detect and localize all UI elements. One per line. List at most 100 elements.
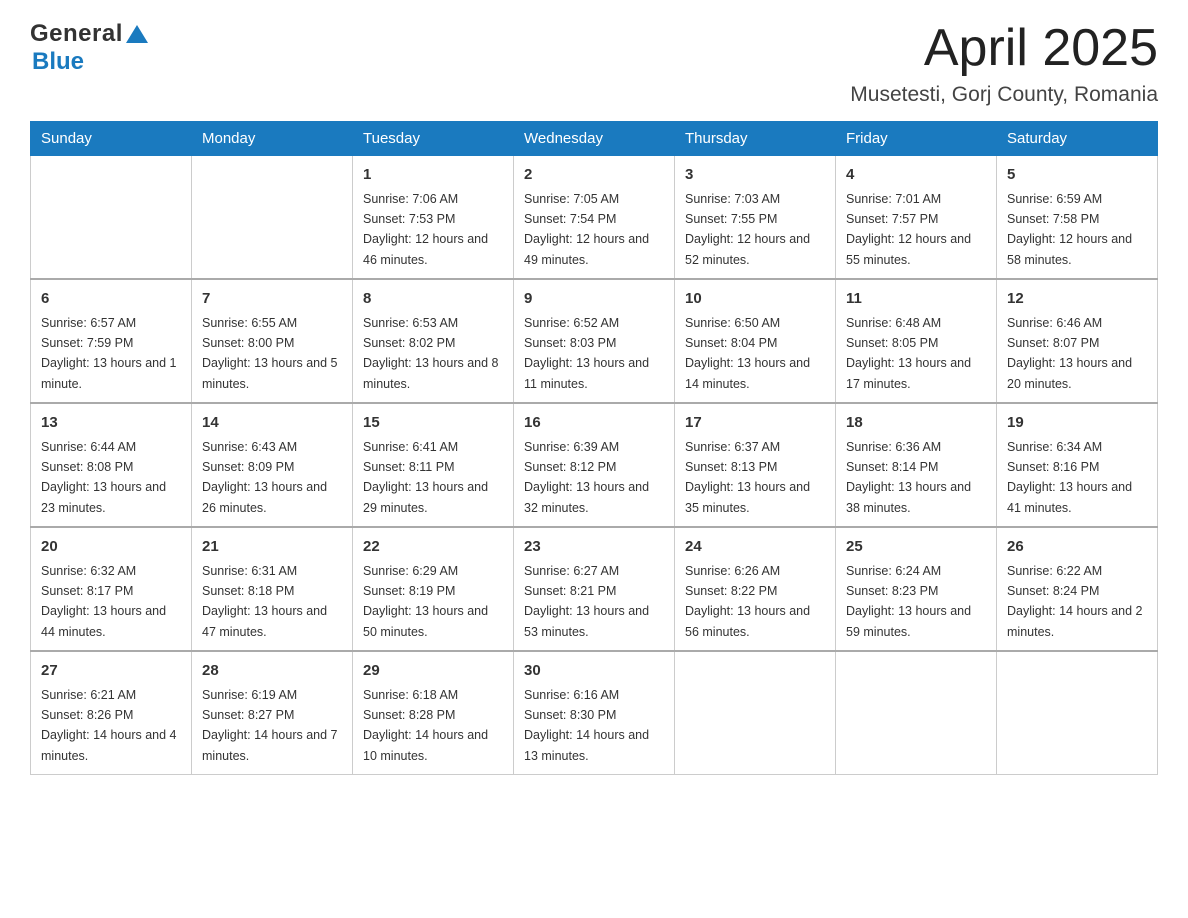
day-number: 24 <box>685 536 825 559</box>
calendar-week-row: 6Sunrise: 6:57 AMSunset: 7:59 PMDaylight… <box>31 279 1158 403</box>
day-info: Sunrise: 7:05 AMSunset: 7:54 PMDaylight:… <box>524 192 649 267</box>
day-info: Sunrise: 6:34 AMSunset: 8:16 PMDaylight:… <box>1007 440 1132 515</box>
calendar-table: SundayMondayTuesdayWednesdayThursdayFrid… <box>30 121 1158 775</box>
day-number: 30 <box>524 660 664 683</box>
day-info: Sunrise: 6:43 AMSunset: 8:09 PMDaylight:… <box>202 440 327 515</box>
calendar-header-row: SundayMondayTuesdayWednesdayThursdayFrid… <box>31 122 1158 156</box>
day-number: 22 <box>363 536 503 559</box>
logo-general-text: General <box>30 20 123 48</box>
month-year-title: April 2025 <box>850 20 1158 77</box>
day-info: Sunrise: 6:57 AMSunset: 7:59 PMDaylight:… <box>41 316 177 391</box>
calendar-week-row: 1Sunrise: 7:06 AMSunset: 7:53 PMDaylight… <box>31 156 1158 280</box>
day-info: Sunrise: 6:16 AMSunset: 8:30 PMDaylight:… <box>524 688 649 763</box>
day-info: Sunrise: 7:03 AMSunset: 7:55 PMDaylight:… <box>685 192 810 267</box>
location-subtitle: Musetesti, Gorj County, Romania <box>850 83 1158 107</box>
calendar-cell: 17 Sunrise: 6:37 AMSunset: 8:13 PMDayligh… <box>675 403 836 527</box>
day-number: 18 <box>846 412 986 435</box>
title-block: April 2025 Musetesti, Gorj County, Roman… <box>850 20 1158 107</box>
day-info: Sunrise: 6:22 AMSunset: 8:24 PMDaylight:… <box>1007 564 1143 639</box>
day-number: 4 <box>846 164 986 187</box>
day-number: 10 <box>685 288 825 311</box>
day-number: 13 <box>41 412 181 435</box>
day-number: 5 <box>1007 164 1147 187</box>
day-number: 8 <box>363 288 503 311</box>
calendar-cell: 20Sunrise: 6:32 AMSunset: 8:17 PMDayligh… <box>31 527 192 651</box>
day-info: Sunrise: 6:18 AMSunset: 8:28 PMDaylight:… <box>363 688 488 763</box>
calendar-cell: 13Sunrise: 6:44 AMSunset: 8:08 PMDayligh… <box>31 403 192 527</box>
day-number: 3 <box>685 164 825 187</box>
calendar-cell: 3 Sunrise: 7:03 AMSunset: 7:55 PMDaylight… <box>675 156 836 280</box>
day-info: Sunrise: 6:21 AMSunset: 8:26 PMDaylight:… <box>41 688 177 763</box>
day-number: 17 <box>685 412 825 435</box>
col-header-monday: Monday <box>192 122 353 156</box>
day-info: Sunrise: 6:59 AMSunset: 7:58 PMDaylight:… <box>1007 192 1132 267</box>
col-header-tuesday: Tuesday <box>353 122 514 156</box>
day-number: 15 <box>363 412 503 435</box>
day-number: 19 <box>1007 412 1147 435</box>
day-info: Sunrise: 6:46 AMSunset: 8:07 PMDaylight:… <box>1007 316 1132 391</box>
day-info: Sunrise: 6:19 AMSunset: 8:27 PMDaylight:… <box>202 688 338 763</box>
calendar-cell: 21 Sunrise: 6:31 AMSunset: 8:18 PMDayligh… <box>192 527 353 651</box>
day-info: Sunrise: 6:37 AMSunset: 8:13 PMDaylight:… <box>685 440 810 515</box>
col-header-saturday: Saturday <box>997 122 1158 156</box>
calendar-cell: 14 Sunrise: 6:43 AMSunset: 8:09 PMDayligh… <box>192 403 353 527</box>
col-header-friday: Friday <box>836 122 997 156</box>
calendar-cell: 29Sunrise: 6:18 AMSunset: 8:28 PMDayligh… <box>353 651 514 775</box>
col-header-wednesday: Wednesday <box>514 122 675 156</box>
day-number: 26 <box>1007 536 1147 559</box>
col-header-sunday: Sunday <box>31 122 192 156</box>
calendar-cell: 11Sunrise: 6:48 AMSunset: 8:05 PMDayligh… <box>836 279 997 403</box>
day-info: Sunrise: 6:29 AMSunset: 8:19 PMDaylight:… <box>363 564 488 639</box>
day-number: 20 <box>41 536 181 559</box>
calendar-cell: 2 Sunrise: 7:05 AMSunset: 7:54 PMDaylight… <box>514 156 675 280</box>
day-number: 27 <box>41 660 181 683</box>
calendar-cell: 26 Sunrise: 6:22 AMSunset: 8:24 PMDayligh… <box>997 527 1158 651</box>
day-info: Sunrise: 6:48 AMSunset: 8:05 PMDaylight:… <box>846 316 971 391</box>
calendar-cell: 6Sunrise: 6:57 AMSunset: 7:59 PMDaylight… <box>31 279 192 403</box>
calendar-cell: 18 Sunrise: 6:36 AMSunset: 8:14 PMDayligh… <box>836 403 997 527</box>
calendar-cell: 10 Sunrise: 6:50 AMSunset: 8:04 PMDayligh… <box>675 279 836 403</box>
day-info: Sunrise: 6:52 AMSunset: 8:03 PMDaylight:… <box>524 316 649 391</box>
day-number: 1 <box>363 164 503 187</box>
calendar-week-row: 20Sunrise: 6:32 AMSunset: 8:17 PMDayligh… <box>31 527 1158 651</box>
calendar-week-row: 13Sunrise: 6:44 AMSunset: 8:08 PMDayligh… <box>31 403 1158 527</box>
calendar-cell: 9 Sunrise: 6:52 AMSunset: 8:03 PMDaylight… <box>514 279 675 403</box>
calendar-cell: 4 Sunrise: 7:01 AMSunset: 7:57 PMDaylight… <box>836 156 997 280</box>
calendar-cell: 23 Sunrise: 6:27 AMSunset: 8:21 PMDayligh… <box>514 527 675 651</box>
calendar-cell: 25 Sunrise: 6:24 AMSunset: 8:23 PMDayligh… <box>836 527 997 651</box>
day-info: Sunrise: 6:41 AMSunset: 8:11 PMDaylight:… <box>363 440 488 515</box>
calendar-cell <box>675 651 836 775</box>
day-number: 12 <box>1007 288 1147 311</box>
calendar-cell: 7 Sunrise: 6:55 AMSunset: 8:00 PMDaylight… <box>192 279 353 403</box>
calendar-cell: 16Sunrise: 6:39 AMSunset: 8:12 PMDayligh… <box>514 403 675 527</box>
calendar-cell <box>997 651 1158 775</box>
day-number: 25 <box>846 536 986 559</box>
day-info: Sunrise: 6:24 AMSunset: 8:23 PMDaylight:… <box>846 564 971 639</box>
day-number: 28 <box>202 660 342 683</box>
calendar-cell: 22 Sunrise: 6:29 AMSunset: 8:19 PMDayligh… <box>353 527 514 651</box>
day-info: Sunrise: 7:01 AMSunset: 7:57 PMDaylight:… <box>846 192 971 267</box>
day-number: 21 <box>202 536 342 559</box>
calendar-cell <box>836 651 997 775</box>
day-number: 7 <box>202 288 342 311</box>
day-info: Sunrise: 6:31 AMSunset: 8:18 PMDaylight:… <box>202 564 327 639</box>
day-number: 14 <box>202 412 342 435</box>
day-info: Sunrise: 6:27 AMSunset: 8:21 PMDaylight:… <box>524 564 649 639</box>
day-info: Sunrise: 6:26 AMSunset: 8:22 PMDaylight:… <box>685 564 810 639</box>
page-header: General Blue April 2025 Musetesti, Gorj … <box>30 20 1158 107</box>
day-info: Sunrise: 6:50 AMSunset: 8:04 PMDaylight:… <box>685 316 810 391</box>
calendar-cell <box>192 156 353 280</box>
day-info: Sunrise: 6:36 AMSunset: 8:14 PMDaylight:… <box>846 440 971 515</box>
day-number: 16 <box>524 412 664 435</box>
logo: General Blue <box>30 20 148 76</box>
calendar-cell: 28 Sunrise: 6:19 AMSunset: 8:27 PMDayligh… <box>192 651 353 775</box>
day-info: Sunrise: 6:55 AMSunset: 8:00 PMDaylight:… <box>202 316 338 391</box>
calendar-cell: 15 Sunrise: 6:41 AMSunset: 8:11 PMDayligh… <box>353 403 514 527</box>
day-number: 9 <box>524 288 664 311</box>
calendar-cell: 30 Sunrise: 6:16 AMSunset: 8:30 PMDayligh… <box>514 651 675 775</box>
day-number: 23 <box>524 536 664 559</box>
calendar-week-row: 27 Sunrise: 6:21 AMSunset: 8:26 PMDayligh… <box>31 651 1158 775</box>
day-info: Sunrise: 6:53 AMSunset: 8:02 PMDaylight:… <box>363 316 499 391</box>
col-header-thursday: Thursday <box>675 122 836 156</box>
day-number: 2 <box>524 164 664 187</box>
